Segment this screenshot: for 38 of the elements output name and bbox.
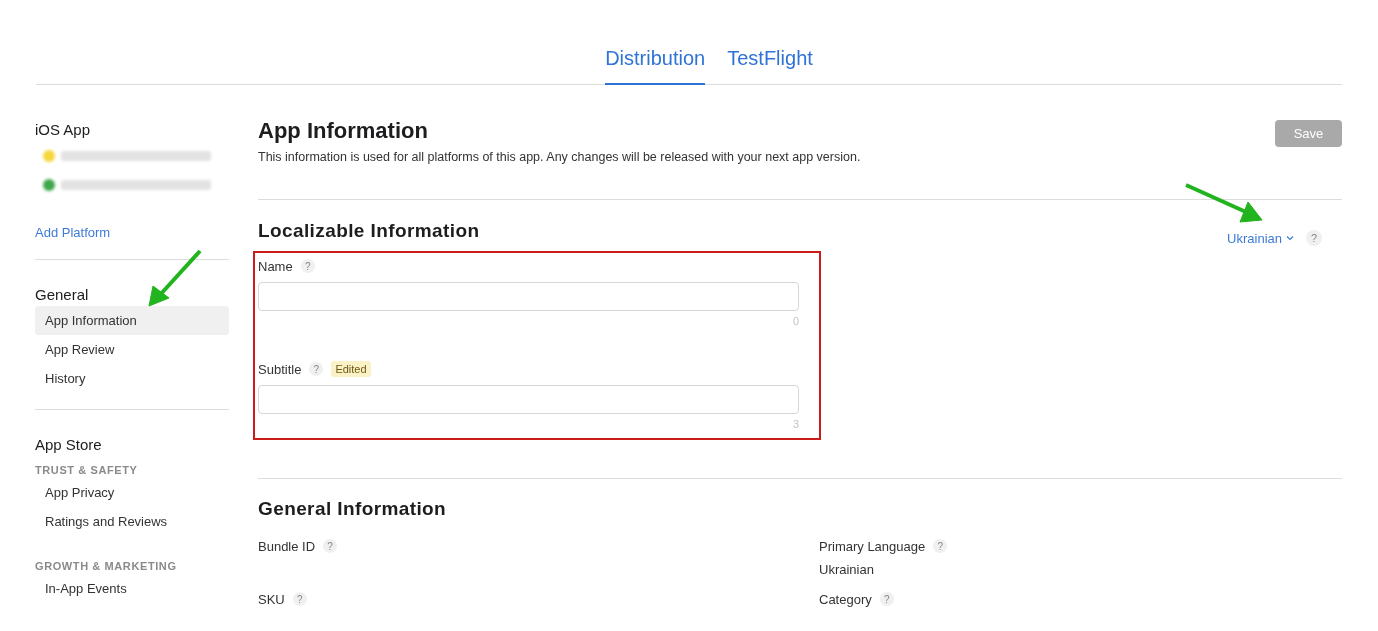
field-label: Category (819, 591, 872, 607)
help-button[interactable]: ? (879, 592, 894, 606)
field-label: Subtitle (258, 361, 302, 377)
sidebar-heading: General (35, 286, 90, 305)
help-button[interactable]: ? (1306, 230, 1322, 246)
page-title: App Information (258, 118, 429, 144)
help-button[interactable]: ? (300, 259, 315, 273)
field-label: SKU (258, 591, 285, 607)
input-field[interactable] (258, 385, 799, 414)
field-value: Ukrainian (819, 562, 875, 577)
help-button[interactable]: ? (292, 592, 307, 606)
character-counter: 3 (791, 418, 799, 432)
help-button[interactable]: ? (323, 539, 338, 553)
page-description: This information is used for all platforms of this app. Any changes will be released with your next app version. (258, 150, 861, 164)
sidebar-item[interactable]: App Information (35, 306, 229, 335)
field-label: Bundle ID (258, 538, 316, 554)
section-title: General Information (258, 498, 448, 520)
tab[interactable]: Distribution (605, 47, 706, 85)
input-field[interactable] (258, 282, 799, 311)
field-label: Primary Language (819, 538, 926, 554)
chevron-down-icon (1286, 235, 1294, 241)
field-label: Name (258, 258, 293, 274)
sidebar-item[interactable]: App Review (35, 335, 229, 364)
edited-badge: Edited (331, 361, 371, 377)
language-dropdown[interactable]: Ukrainian (1227, 230, 1294, 246)
sidebar-heading: iOS App (35, 121, 92, 140)
sidebar-item[interactable]: Ratings and Reviews (35, 507, 229, 536)
help-button[interactable]: ? (933, 539, 948, 553)
sidebar-group-heading: TRUST & SAFETY (35, 464, 139, 478)
sidebar-item[interactable]: In-App Events (35, 574, 229, 603)
add-platform-link[interactable]: Add Platform (35, 225, 229, 243)
sidebar-group-heading: GROWTH & MARKETING (35, 560, 178, 574)
sidebar-item[interactable]: App Privacy (35, 478, 229, 507)
tab[interactable]: TestFlight (727, 47, 813, 85)
help-button[interactable]: ? (309, 362, 324, 376)
sidebar-item[interactable]: History (35, 364, 229, 393)
section-title: Localizable Information (258, 220, 480, 242)
sidebar-heading: App Store (35, 436, 103, 455)
